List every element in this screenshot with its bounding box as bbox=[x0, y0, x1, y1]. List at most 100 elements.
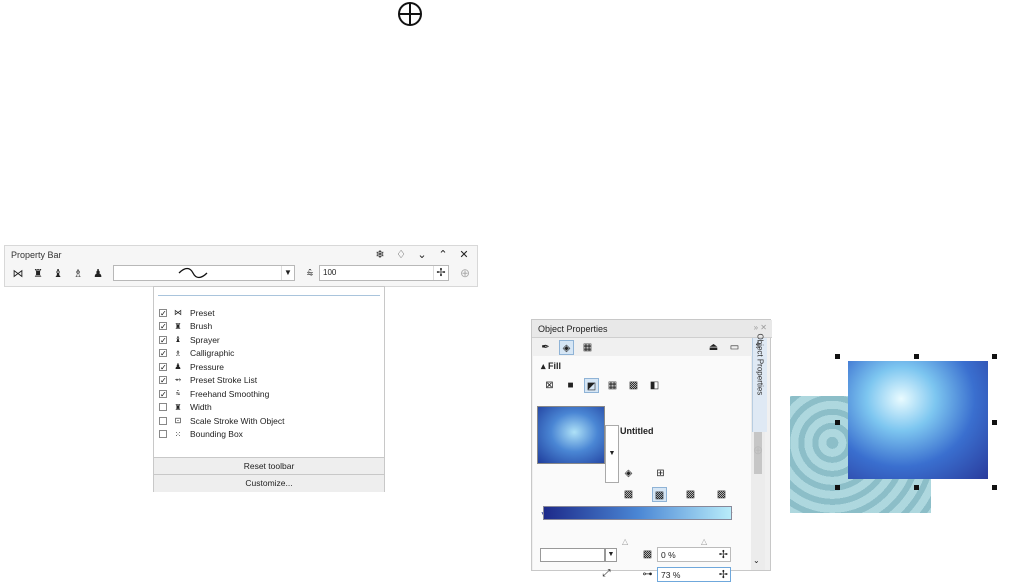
menu-item-scale-stroke[interactable]: ⊡ Scale Stroke With Object bbox=[159, 414, 284, 428]
docker-tool-buttons: ⏏ ▭ bbox=[706, 340, 742, 355]
collapse-icon: ▴ bbox=[541, 361, 546, 371]
checkbox[interactable]: ✓ bbox=[159, 308, 167, 317]
checkbox[interactable]: ✓ bbox=[159, 322, 167, 331]
menu-item-freehand-smoothing[interactable]: ✓ ⩯ Freehand Smoothing bbox=[159, 387, 284, 401]
checkbox[interactable]: ✓ bbox=[159, 349, 167, 358]
menu-item-width[interactable]: ♜ Width bbox=[159, 401, 284, 415]
slider-icon[interactable]: ✢ bbox=[433, 266, 448, 280]
freehand-smoothing-icon: ⩯ bbox=[306, 268, 314, 280]
preset-stroke-select[interactable]: ▼ bbox=[113, 265, 295, 281]
add-icon[interactable]: ⊕ bbox=[457, 265, 473, 281]
fountain-gradient-bar[interactable] bbox=[543, 506, 732, 520]
node-color-select[interactable] bbox=[540, 548, 605, 562]
menu-item-preset[interactable]: ✓ ⋈ Preset bbox=[159, 306, 284, 320]
menu-item-pressure[interactable]: ✓ ♟ Pressure bbox=[159, 360, 284, 374]
smoothing-value: 100 bbox=[323, 268, 337, 277]
freehand-smoothing-field[interactable]: 100 ✢ bbox=[319, 265, 449, 281]
expand-icon[interactable]: » bbox=[754, 323, 758, 332]
checkbox[interactable]: ✓ bbox=[159, 362, 167, 371]
brush-icon[interactable]: ♜ bbox=[30, 266, 46, 282]
window-icon[interactable]: ▭ bbox=[727, 340, 742, 355]
fill-name: Untitled bbox=[620, 426, 654, 436]
transparency-tab-icon[interactable]: ▦ bbox=[580, 340, 595, 355]
property-bar-title: Property Bar bbox=[11, 250, 62, 260]
checker-icon[interactable]: ▩ bbox=[652, 487, 667, 502]
close-icon[interactable]: ✕ bbox=[760, 323, 767, 332]
crosshair-icon bbox=[397, 1, 423, 27]
lightbulb-icon[interactable]: ♢ bbox=[394, 248, 408, 262]
checkbox[interactable] bbox=[159, 416, 167, 425]
no-fill-icon[interactable]: ⊠ bbox=[542, 378, 557, 393]
menu-item-brush[interactable]: ✓ ♜ Brush bbox=[159, 320, 284, 334]
reset-toolbar-button[interactable]: Reset toolbar bbox=[154, 457, 384, 475]
bitmap-pattern-fill-icon[interactable]: ▩ bbox=[626, 378, 641, 393]
fill-section-label: Fill bbox=[548, 361, 562, 371]
fountain-fill-icon[interactable]: ◩ bbox=[584, 378, 599, 393]
dropdown-arrow-icon[interactable]: ▼ bbox=[281, 266, 294, 280]
checker-icon[interactable]: ▩ bbox=[683, 487, 698, 502]
menu-item-bounding-box[interactable]: ⁙ Bounding Box bbox=[159, 428, 284, 442]
menu-item-calligraphic[interactable]: ✓ ♗ Calligraphic bbox=[159, 347, 284, 361]
outline-tab-icon[interactable]: ✒ bbox=[538, 340, 553, 355]
fill-tab-icon[interactable]: ◈ bbox=[559, 340, 574, 355]
preset-icon[interactable]: ⋈ bbox=[10, 266, 26, 282]
freehand-smoothing-icon: ⩯ bbox=[175, 388, 181, 398]
chevron-down-icon[interactable]: ⌄ bbox=[415, 248, 429, 262]
fountain-filled-rectangle[interactable] bbox=[848, 361, 988, 479]
checkbox[interactable] bbox=[159, 430, 167, 439]
selection-handle[interactable] bbox=[914, 485, 919, 490]
calligraphic-icon[interactable]: ♗ bbox=[70, 266, 86, 282]
fill-section-header[interactable]: ▴ Fill bbox=[541, 361, 561, 372]
node-position-field[interactable]: 73 % ✢ bbox=[657, 567, 731, 582]
sprayer-icon[interactable]: ♝ bbox=[50, 266, 66, 282]
property-tabs: ✒ ◈ ▦ bbox=[538, 340, 595, 355]
chevron-up-icon[interactable]: ⌃ bbox=[436, 248, 450, 262]
add-fill-icon[interactable]: ⊞ bbox=[653, 466, 668, 481]
menu-item-sprayer[interactable]: ✓ ♝ Sprayer bbox=[159, 333, 284, 347]
menu-item-label: Brush bbox=[190, 321, 213, 332]
fill-picker-dropdown[interactable]: ▼ bbox=[605, 425, 619, 483]
selection-handle[interactable] bbox=[835, 420, 840, 425]
checkbox[interactable]: ✓ bbox=[159, 376, 167, 385]
selection-handle[interactable] bbox=[914, 354, 919, 359]
selection-handle[interactable] bbox=[992, 485, 997, 490]
docker-header: Object Properties » ✕ bbox=[532, 320, 772, 338]
midpoint-marker-icon[interactable]: △ bbox=[701, 537, 707, 546]
checker-icon[interactable]: ▩ bbox=[621, 487, 636, 502]
selection-handle[interactable] bbox=[835, 485, 840, 490]
midpoint-marker-icon[interactable]: △ bbox=[622, 537, 628, 546]
checkbox[interactable] bbox=[159, 403, 167, 412]
menu-item-label: Calligraphic bbox=[190, 348, 235, 359]
two-color-fill-icon[interactable]: ◧ bbox=[647, 378, 662, 393]
vector-pattern-fill-icon[interactable]: ▦ bbox=[605, 378, 620, 393]
close-icon[interactable]: ✕ bbox=[457, 248, 471, 262]
add-docker-icon[interactable]: ⊕ bbox=[753, 443, 763, 457]
fill-preview-swatch[interactable] bbox=[537, 406, 605, 464]
node-color-dropdown[interactable]: ▼ bbox=[605, 548, 617, 562]
menu-item-preset-stroke-list[interactable]: ✓ ⥇ Preset Stroke List bbox=[159, 374, 284, 388]
transparency-icon: ▩ bbox=[642, 549, 653, 560]
object-properties-side-tab[interactable]: ♗ Object Properties bbox=[752, 334, 767, 432]
checkbox[interactable]: ✓ bbox=[159, 389, 167, 398]
snowflake-icon[interactable]: ❄ bbox=[373, 248, 387, 262]
customize-button[interactable]: Customize... bbox=[154, 474, 384, 492]
menu-item-label: Preset Stroke List bbox=[190, 375, 258, 386]
artistic-media-tools: ⋈ ♜ ♝ ♗ ♟ bbox=[10, 266, 106, 282]
checker-icon[interactable]: ▩ bbox=[714, 487, 729, 502]
checkbox[interactable]: ✓ bbox=[159, 335, 167, 344]
scroll-down-icon[interactable]: ⌄ bbox=[753, 556, 760, 565]
slider-icon[interactable]: ✢ bbox=[719, 548, 728, 563]
transparency-field[interactable]: 0 % ✢ bbox=[657, 547, 731, 562]
selection-handle[interactable] bbox=[992, 354, 997, 359]
uniform-fill-icon[interactable]: ■ bbox=[563, 378, 578, 393]
menu-divider bbox=[158, 295, 380, 296]
fill-option-buttons: ▩ ▩ ▩ ▩ bbox=[621, 487, 729, 502]
pressure-icon[interactable]: ♟ bbox=[90, 266, 106, 282]
fill-color-icon[interactable]: ◈ bbox=[621, 466, 636, 481]
menu-items: ✓ ⋈ Preset ✓ ♜ Brush ✓ ♝ Sprayer ✓ ♗ Calligraphi… bbox=[159, 306, 284, 441]
pressure-icon: ♟ bbox=[174, 362, 182, 372]
selection-handle[interactable] bbox=[835, 354, 840, 359]
selection-handle[interactable] bbox=[992, 420, 997, 425]
tray-icon[interactable]: ⏏ bbox=[706, 340, 721, 355]
menu-item-label: Width bbox=[190, 402, 212, 413]
